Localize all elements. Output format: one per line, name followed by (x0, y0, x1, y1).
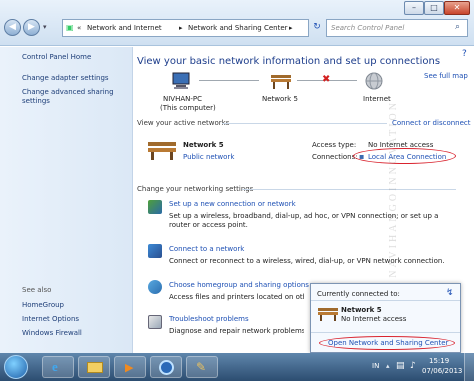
open-sharing-center-link[interactable]: Open Network and Sharing Center (328, 339, 448, 347)
connect-disconnect-link[interactable]: Connect or disconnect (392, 119, 471, 127)
language-indicator[interactable]: IN (372, 362, 379, 370)
breadcrumb-separator-icon: « (77, 24, 82, 32)
see-also-heading: See also (22, 286, 52, 294)
flyout-title: Currently connected to: (317, 290, 400, 298)
map-internet: Internet (363, 95, 391, 103)
troubleshoot-icon (148, 315, 162, 329)
sidebar-item-change-adapter[interactable]: Change adapter settings (22, 74, 109, 83)
troubleshoot-desc: Diagnose and repair network problems, or… (169, 327, 304, 335)
address-bar[interactable]: ▣ « Network and Internet ▸ Network and S… (62, 19, 309, 37)
close-button[interactable]: ✕ (444, 1, 470, 15)
control-panel-icon: ▣ (66, 23, 74, 32)
show-hidden-icons-icon[interactable]: ▴ (386, 362, 390, 370)
clock-date[interactable]: 07/06/2013 (422, 367, 462, 375)
sidebar-item-internet-options[interactable]: Internet Options (22, 315, 79, 324)
breadcrumb-network-internet[interactable]: Network and Internet (87, 24, 162, 32)
breadcrumb-sharing-center[interactable]: Network and Sharing Center (188, 24, 288, 32)
volume-tray-icon[interactable]: ♪ (410, 361, 416, 371)
network-type-link[interactable]: Public network (183, 153, 234, 161)
sidebar-item-windows-firewall[interactable]: Windows Firewall (22, 329, 82, 338)
connect-network-link[interactable]: Connect to a network (169, 245, 244, 253)
start-button[interactable] (4, 355, 28, 379)
sidebar-item-advanced-sharing[interactable]: Change advanced sharing settings (22, 88, 122, 106)
troubleshoot-link[interactable]: Troubleshoot problems (169, 315, 249, 323)
connect-network-desc: Connect or reconnect to a wireless, wire… (169, 257, 445, 265)
back-button[interactable]: ◀ (4, 19, 21, 36)
maximize-button[interactable]: □ (424, 1, 444, 15)
watermark: NAVIHANGOINNOVATION (388, 100, 399, 278)
search-icon[interactable]: ⌕ (455, 22, 460, 32)
active-networks-heading: View your active networks (137, 119, 230, 127)
see-full-map-link[interactable]: See full map (424, 72, 468, 80)
local-area-connection-link[interactable]: Local Area Connection (368, 153, 446, 161)
new-connection-icon (148, 200, 162, 214)
ethernet-icon: ▪ (359, 152, 365, 161)
paint-taskbar-icon[interactable]: ✎ (186, 356, 218, 378)
homegroup-icon (148, 280, 162, 294)
active-network-name: Network 5 (183, 141, 224, 149)
search-input[interactable]: Search Control Panel ⌕ (326, 19, 468, 37)
divider (222, 123, 387, 124)
media-player-taskbar-icon[interactable]: ▶ (114, 356, 146, 378)
change-settings-heading: Change your networking settings (137, 185, 254, 193)
connections-label: Connections: (312, 153, 358, 161)
map-pc-sub: (This computer) (160, 104, 216, 112)
map-pc-name: NIVHAN-PC (163, 95, 203, 103)
homegroup-desc: Access files and printers located on oth… (169, 293, 304, 301)
flyout-network-name: Network 5 (341, 306, 382, 314)
error-x-icon: ✖ (322, 74, 331, 85)
bench-icon (270, 72, 292, 90)
network-tray-icon[interactable]: ▤ (396, 361, 405, 371)
minimize-button[interactable]: – (404, 1, 424, 15)
page-title: View your basic network information and … (137, 56, 441, 67)
homegroup-link[interactable]: Choose homegroup and sharing options (169, 281, 309, 289)
divider (242, 189, 456, 190)
globe-icon (364, 71, 384, 91)
network-flyout: Currently connected to: ↯ Network 5 No I… (310, 283, 461, 353)
divider (311, 300, 460, 301)
computer-icon (170, 72, 194, 90)
connect-network-icon (148, 244, 162, 258)
bench-icon (147, 140, 177, 160)
recent-pages-icon[interactable]: ▾ (43, 23, 47, 31)
map-network-name: Network 5 (262, 95, 298, 103)
search-placeholder: Search Control Panel (331, 24, 405, 32)
sidebar-item-homegroup[interactable]: HomeGroup (22, 301, 64, 310)
breadcrumb-separator-icon: ▸ (179, 24, 183, 32)
ie-taskbar-icon[interactable]: e (42, 356, 74, 378)
show-desktop-button[interactable] (464, 353, 474, 381)
setup-connection-desc: Set up a wireless, broadband, dial-up, a… (169, 212, 439, 229)
breadcrumb-dropdown-icon[interactable]: ▸ (289, 24, 293, 32)
sidebar-item-control-panel-home[interactable]: Control Panel Home (22, 53, 91, 62)
explorer-taskbar-icon[interactable] (78, 356, 110, 378)
forward-button[interactable]: ▶ (23, 19, 40, 36)
bench-icon (317, 306, 339, 322)
refresh-icon[interactable]: ↻ (310, 19, 324, 37)
refresh-icon[interactable]: ↯ (446, 288, 454, 298)
divider (311, 332, 460, 333)
help-icon[interactable]: ? (462, 49, 467, 59)
app-taskbar-icon[interactable] (150, 356, 182, 378)
flyout-network-status: No Internet access (341, 315, 407, 323)
access-type-label: Access type: (312, 141, 357, 149)
map-link-line (199, 80, 259, 81)
setup-connection-link[interactable]: Set up a new connection or network (169, 200, 296, 208)
clock-time[interactable]: 15:19 (429, 357, 449, 365)
